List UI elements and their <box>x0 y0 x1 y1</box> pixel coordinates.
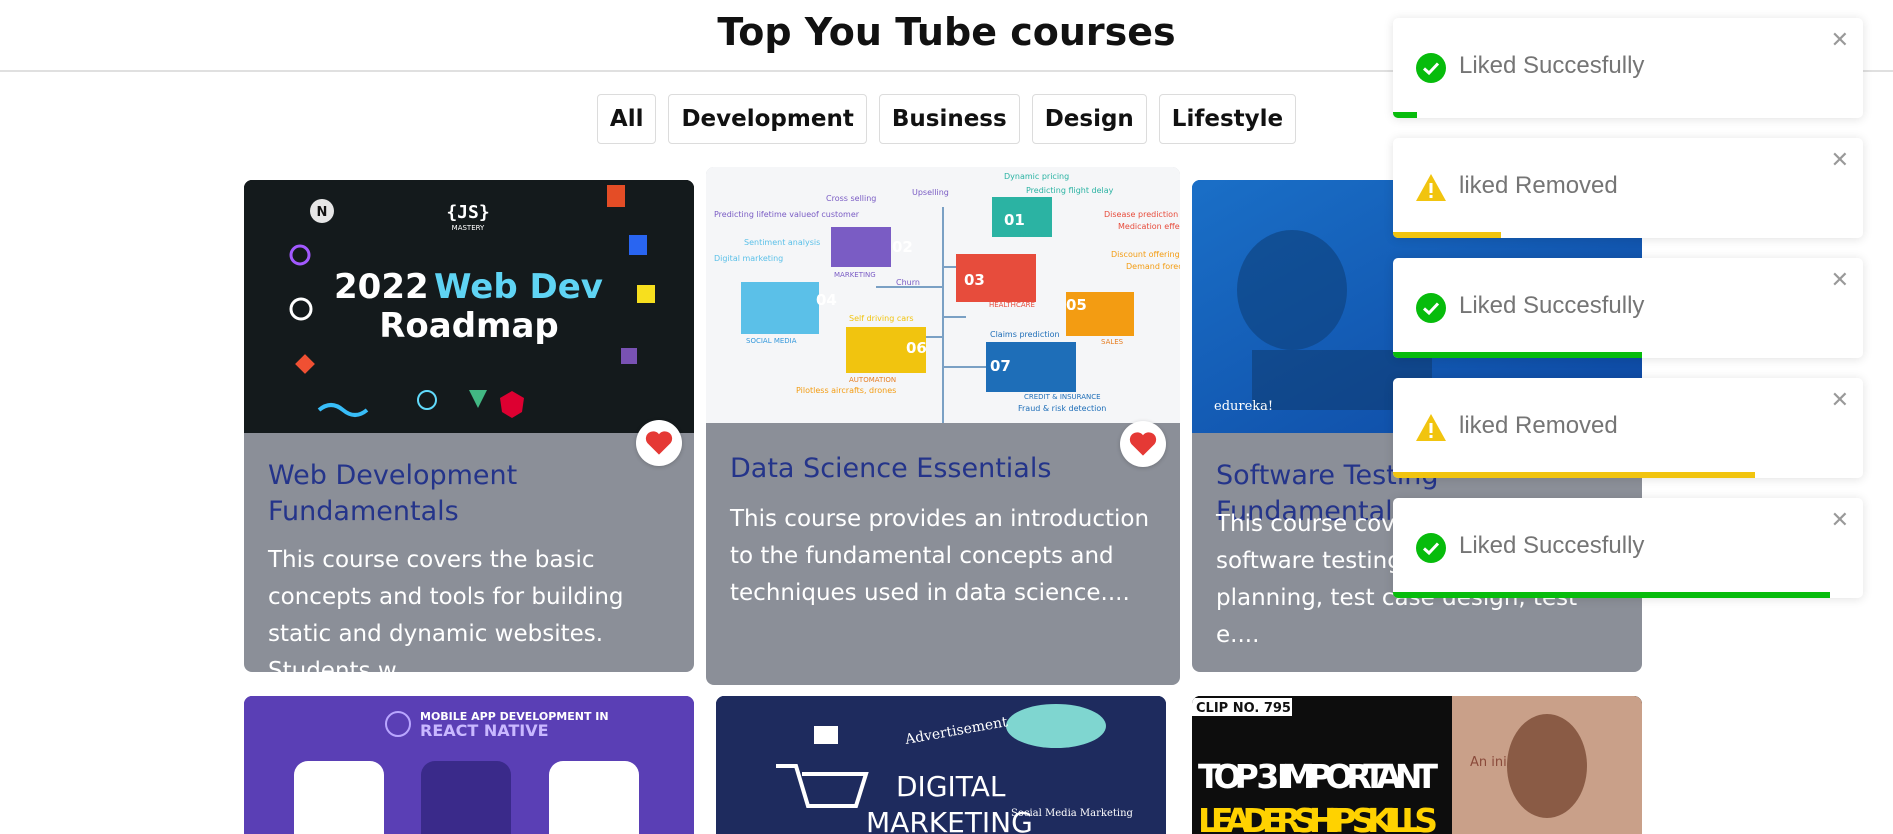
svg-text:Claims prediction: Claims prediction <box>990 330 1060 339</box>
toast-progress-bar <box>1393 592 1831 598</box>
svg-text:DIGITAL: DIGITAL <box>896 770 1006 803</box>
heart-icon <box>645 431 673 455</box>
close-icon[interactable]: ✕ <box>1831 148 1849 173</box>
close-icon[interactable]: ✕ <box>1831 28 1849 53</box>
svg-text:MASTERY: MASTERY <box>452 224 485 232</box>
close-icon[interactable]: ✕ <box>1831 388 1849 413</box>
svg-text:An ini: An ini <box>1470 755 1507 770</box>
svg-text:Disease prediction: Disease prediction <box>1104 210 1178 219</box>
svg-text:CREDIT & INSURANCE: CREDIT & INSURANCE <box>1024 393 1101 401</box>
svg-text:Cross selling: Cross selling <box>826 194 876 203</box>
course-description: This course covers the basic concepts an… <box>268 547 624 684</box>
course-thumbnail: MOBILE APP DEVELOPMENT IN REACT NATIVE <box>244 696 694 834</box>
check-circle-icon <box>1416 293 1446 323</box>
toast-progress-bar <box>1393 352 1643 358</box>
svg-text:Demand forecasting: Demand forecasting <box>1126 262 1180 271</box>
brand-logo-text: {JS} <box>446 202 489 223</box>
svg-text:Roadmap: Roadmap <box>379 306 559 346</box>
svg-text:01: 01 <box>1004 211 1025 229</box>
svg-text:LEADERSHIP SKILLS: LEADERSHIP SKILLS <box>1198 801 1438 834</box>
toast-message: Liked Succesfully <box>1459 52 1645 79</box>
course-title[interactable]: Web Development Fundamentals <box>268 458 670 530</box>
svg-text:Churn: Churn <box>896 278 920 287</box>
toast-message: liked Removed <box>1459 412 1618 439</box>
svg-text:Predicting lifetime valueof cu: Predicting lifetime valueof customer <box>714 210 860 219</box>
course-thumbnail: DIGITAL MARKETING Advertisement Social M… <box>716 696 1166 834</box>
check-circle-icon <box>1416 533 1446 563</box>
svg-text:Web Dev: Web Dev <box>434 267 603 307</box>
svg-text:MARKETING: MARKETING <box>834 271 876 279</box>
svg-text:Dynamic pricing: Dynamic pricing <box>1004 172 1069 181</box>
svg-text:N: N <box>317 205 328 220</box>
svg-text:2022: 2022 <box>334 267 429 307</box>
svg-text:Sentiment analysis: Sentiment analysis <box>744 238 820 247</box>
toast-success[interactable]: Liked Succesfully ✕ <box>1393 258 1863 358</box>
warning-icon <box>1416 174 1446 201</box>
filter-design-button[interactable]: Design <box>1031 94 1147 144</box>
svg-text:Fraud & risk detection: Fraud & risk detection <box>1018 404 1106 413</box>
check-circle-icon <box>1416 53 1446 83</box>
toast-progress-bar <box>1393 232 1502 238</box>
svg-text:HEALTHCARE: HEALTHCARE <box>989 301 1035 309</box>
svg-text:CLIP NO. 795: CLIP NO. 795 <box>1196 701 1291 716</box>
svg-text:Social Media Marketing: Social Media Marketing <box>1011 808 1134 819</box>
filter-lifestyle-button[interactable]: Lifestyle <box>1158 94 1297 144</box>
course-thumbnail: CLIP NO. 795 TOP 3 IMPORTANT LEADERSHIP … <box>1192 696 1642 834</box>
svg-text:MARKETING: MARKETING <box>866 806 1033 834</box>
svg-text:03: 03 <box>964 271 985 289</box>
course-card[interactable]: CLIP NO. 795 TOP 3 IMPORTANT LEADERSHIP … <box>1192 696 1642 834</box>
course-thumbnail: N {JS} MASTERY 2022 Web Dev Roadmap <box>244 180 694 433</box>
svg-text:Self driving cars: Self driving cars <box>849 314 914 323</box>
svg-text:TOP 3 IMPORTANT: TOP 3 IMPORTANT <box>1198 757 1438 796</box>
svg-text:Upselling: Upselling <box>912 188 949 197</box>
filter-all-button[interactable]: All <box>596 94 657 144</box>
svg-text:05: 05 <box>1066 296 1087 314</box>
course-card[interactable]: MOBILE APP DEVELOPMENT IN REACT NATIVE <box>244 696 694 834</box>
svg-text:04: 04 <box>816 291 837 309</box>
course-description: This course provides an introduction to … <box>730 506 1150 606</box>
svg-text:02: 02 <box>892 238 913 256</box>
svg-text:AUTOMATION: AUTOMATION <box>849 376 896 384</box>
course-card[interactable]: N {JS} MASTERY 2022 Web Dev Roadmap Web … <box>244 180 694 684</box>
svg-text:Predicting flight delay: Predicting flight delay <box>1026 186 1114 195</box>
svg-text:06: 06 <box>906 339 927 357</box>
close-icon[interactable]: ✕ <box>1831 268 1849 293</box>
close-icon[interactable]: ✕ <box>1831 508 1849 533</box>
toast-progress-bar <box>1393 472 1755 478</box>
brand-logo-text: edureka! <box>1214 399 1273 414</box>
svg-text:SALES: SALES <box>1101 338 1124 346</box>
toast-warning[interactable]: liked Removed ✕ <box>1393 138 1863 238</box>
svg-text:Digital marketing: Digital marketing <box>714 254 783 263</box>
toast-warning[interactable]: liked Removed ✕ <box>1393 378 1863 478</box>
svg-text:07: 07 <box>990 357 1011 375</box>
svg-text:Medication effectiveness: Medication effectiveness <box>1118 222 1180 231</box>
svg-text:SOCIAL MEDIA: SOCIAL MEDIA <box>746 337 797 345</box>
svg-text:REACT NATIVE: REACT NATIVE <box>420 721 549 740</box>
toast-message: Liked Succesfully <box>1459 292 1645 319</box>
filter-business-button[interactable]: Business <box>878 94 1020 144</box>
course-card[interactable]: DIGITAL MARKETING Advertisement Social M… <box>716 696 1166 834</box>
course-title[interactable]: Data Science Essentials <box>730 451 1156 487</box>
toast-success[interactable]: Liked Succesfully ✕ <box>1393 498 1863 598</box>
warning-icon <box>1416 414 1446 441</box>
toast-message: Liked Succesfully <box>1459 532 1645 559</box>
toast-success[interactable]: Liked Succesfully ✕ <box>1393 18 1863 118</box>
course-card[interactable]: 01 02 03 04 05 06 07 TRAVEL MARKETING HE… <box>706 167 1180 685</box>
filter-development-button[interactable]: Development <box>668 94 867 144</box>
toast-message: liked Removed <box>1459 172 1618 199</box>
toast-progress-bar <box>1393 112 1417 118</box>
svg-text:TRAVEL: TRAVEL <box>1017 231 1044 239</box>
course-thumbnail: 01 02 03 04 05 06 07 TRAVEL MARKETING HE… <box>706 167 1180 423</box>
svg-text:Pilotless aircrafts, drones: Pilotless aircrafts, drones <box>796 386 896 395</box>
svg-text:Discount offering: Discount offering <box>1111 250 1180 259</box>
